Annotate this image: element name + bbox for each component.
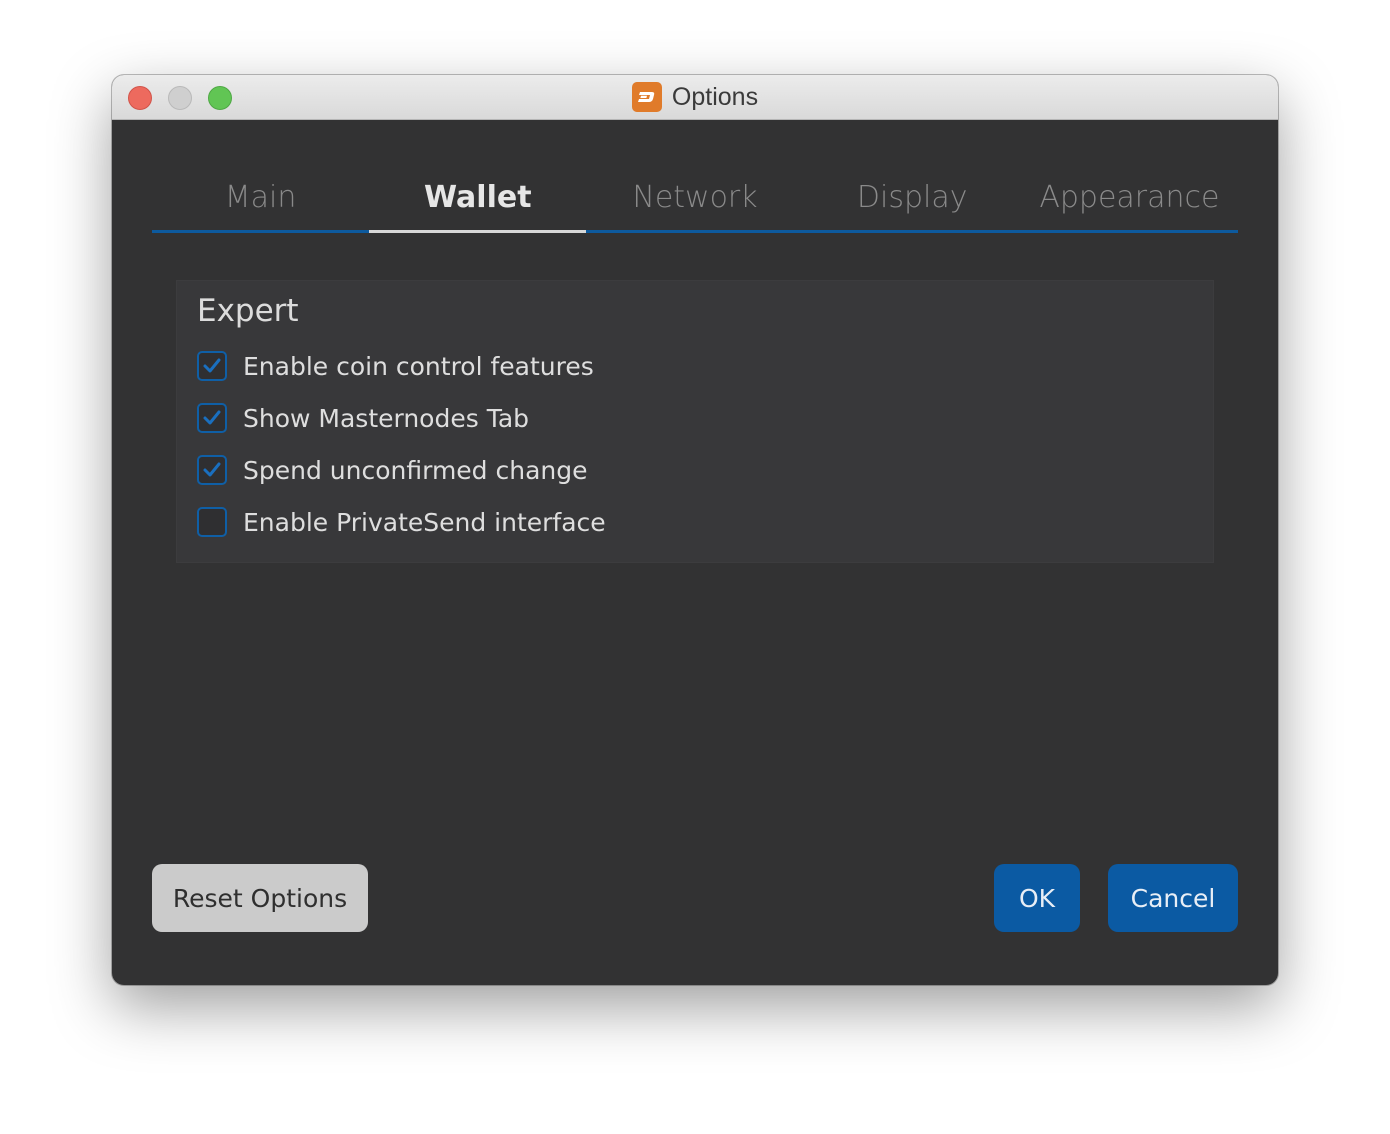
dash-logo-icon: [631, 82, 662, 112]
tab-network[interactable]: Network: [586, 165, 804, 233]
option-masternodes-tab[interactable]: Show Masternodes Tab: [197, 401, 529, 435]
reset-options-button[interactable]: Reset Options: [152, 864, 368, 932]
checkmark-icon: [203, 410, 221, 425]
minimize-window-button[interactable]: [168, 86, 192, 110]
checkmark-icon: [203, 462, 221, 477]
spend-unconfirmed-checkbox[interactable]: [197, 455, 227, 485]
masternodes-tab-checkbox[interactable]: [197, 403, 227, 433]
option-coin-control[interactable]: Enable coin control features: [197, 349, 594, 383]
tab-bar: Main Wallet Network Display Appearance: [152, 165, 1239, 233]
tab-display[interactable]: Display: [803, 165, 1021, 233]
privatesend-checkbox[interactable]: [197, 507, 227, 537]
option-spend-unconfirmed[interactable]: Spend unconfirmed change: [197, 453, 588, 487]
tab-appearance[interactable]: Appearance: [1020, 165, 1239, 233]
cancel-button[interactable]: Cancel: [1108, 864, 1238, 932]
privatesend-label: Enable PrivateSend interface: [243, 507, 606, 537]
option-privatesend[interactable]: Enable PrivateSend interface: [197, 505, 606, 539]
coin-control-checkbox[interactable]: [197, 351, 227, 381]
close-window-button[interactable]: [128, 86, 152, 110]
zoom-window-button[interactable]: [208, 86, 232, 110]
checkmark-icon: [203, 358, 221, 373]
masternodes-tab-label: Show Masternodes Tab: [243, 403, 530, 433]
tab-main[interactable]: Main: [152, 165, 370, 233]
options-window: Options Main Wallet Network Display Appe…: [112, 75, 1278, 985]
expert-group-title: Expert: [197, 293, 299, 329]
coin-control-label: Enable coin control features: [243, 351, 594, 381]
expert-group: Expert Enable coin control features Show…: [176, 280, 1214, 563]
title-bar[interactable]: Options: [112, 75, 1278, 120]
tab-wallet[interactable]: Wallet: [369, 165, 587, 233]
title-container: Options: [112, 75, 1278, 119]
ok-button[interactable]: OK: [994, 864, 1080, 932]
spend-unconfirmed-label: Spend unconfirmed change: [243, 455, 588, 485]
window-title: Options: [671, 82, 759, 111]
